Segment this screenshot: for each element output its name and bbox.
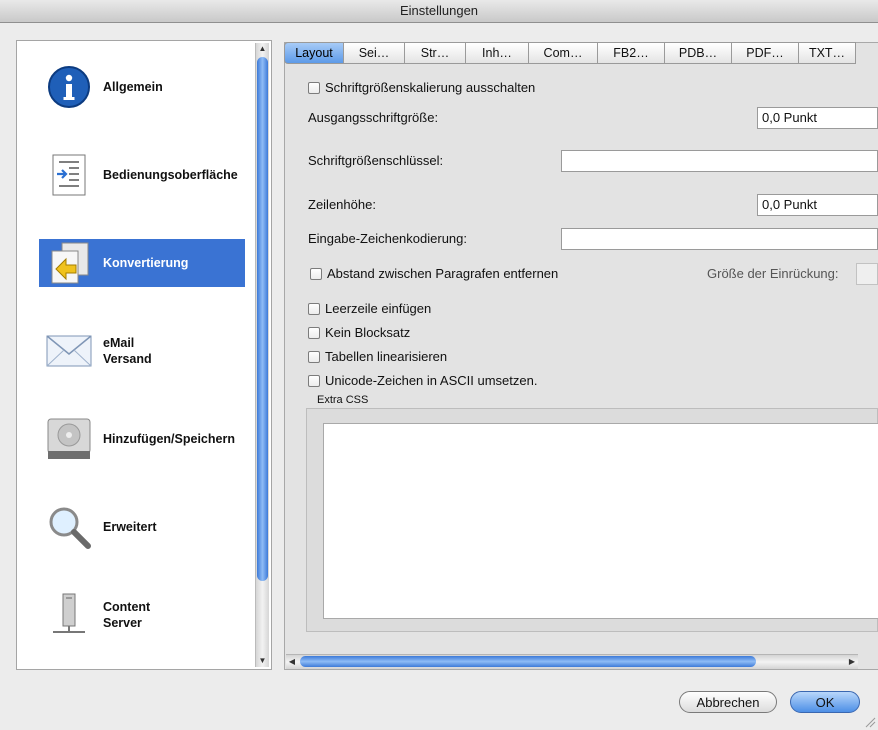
checkbox-label: Tabellen linearisieren	[325, 349, 448, 364]
sidebar-item-content-server[interactable]: Content Server	[39, 591, 245, 639]
document-arrow-icon	[45, 151, 93, 199]
extra-css-textarea[interactable]	[323, 423, 878, 619]
line-height-label: Zeilenhöhe:	[308, 197, 376, 212]
scroll-up-arrow-icon[interactable]: ▲	[256, 43, 269, 55]
disable-font-rescaling-checkbox[interactable]: Schriftgrößenskalierung ausschalten	[308, 80, 535, 95]
insert-blank-line-checkbox[interactable]: Leerzeile einfügen	[308, 301, 431, 316]
sidebar-item-bedienungsoberflaeche[interactable]: Bedienungsoberfläche	[39, 151, 245, 199]
checkbox-label: Leerzeile einfügen	[325, 301, 432, 316]
tab-pdb[interactable]: PDB…	[665, 42, 732, 64]
panel-horizontal-scrollbar[interactable]: ◀ ▶	[286, 654, 858, 669]
scroll-right-arrow-icon[interactable]: ▶	[846, 655, 858, 669]
sidebar-item-allgemein[interactable]: Allgemein	[39, 63, 245, 111]
info-icon	[45, 63, 93, 111]
sidebar-item-label: Erweitert	[103, 520, 157, 534]
tab-pdf[interactable]: PDF…	[732, 42, 799, 64]
ok-button[interactable]: OK	[790, 691, 860, 713]
resize-grip-icon[interactable]	[864, 716, 876, 728]
tab-seite[interactable]: Sei…	[344, 42, 405, 64]
sidebar-item-label: eMail Versand	[103, 336, 152, 366]
sidebar-scrollbar[interactable]: ▲ ▼	[255, 43, 269, 667]
base-font-size-label: Ausgangsschriftgröße:	[308, 110, 439, 125]
cancel-button[interactable]: Abbrechen	[679, 691, 777, 713]
tab-comic[interactable]: Com…	[529, 42, 598, 64]
tab-fb2[interactable]: FB2…	[598, 42, 665, 64]
hard-drive-icon	[45, 415, 93, 463]
preferences-sidebar: Allgemein Bedienungsoberfläche Konvertie…	[16, 40, 272, 670]
sidebar-item-label: Allgemein	[103, 80, 163, 94]
line-height-spinbox[interactable]: 0,0 Punkt	[757, 194, 878, 216]
extra-css-label: Extra CSS	[317, 394, 369, 406]
sidebar-item-label: Konvertierung	[103, 256, 189, 270]
sidebar-scroll-thumb[interactable]	[257, 57, 268, 581]
horizontal-scroll-thumb[interactable]	[300, 656, 756, 667]
convert-icon	[45, 239, 93, 287]
checkbox-box[interactable]	[308, 374, 320, 387]
tab-bar: Layout Sei… Str… Inh… Com… FB2… PDB… PDF…	[284, 42, 878, 64]
sidebar-item-konvertierung[interactable]: Konvertierung	[39, 239, 245, 287]
sidebar-item-label: Hinzufügen/Speichern	[103, 432, 235, 446]
sidebar-item-label: Bedienungsoberfläche	[103, 168, 238, 182]
window-title: Einstellungen	[0, 0, 878, 23]
scroll-down-arrow-icon[interactable]: ▼	[256, 655, 269, 667]
indent-size-spinbox[interactable]	[856, 263, 878, 285]
font-size-key-label: Schriftgrößenschlüssel:	[308, 153, 444, 168]
tab-struktur[interactable]: Str…	[405, 42, 466, 64]
unicode-to-ascii-checkbox[interactable]: Unicode-Zeichen in ASCII umsetzen.	[308, 373, 537, 388]
checkbox-box[interactable]	[308, 81, 320, 94]
sidebar-item-hinzufuegen-speichern[interactable]: Hinzufügen/Speichern	[39, 415, 245, 463]
input-encoding-label: Eingabe-Zeichenkodierung:	[308, 231, 467, 246]
linearize-tables-checkbox[interactable]: Tabellen linearisieren	[308, 349, 447, 364]
tab-txt[interactable]: TXT…	[799, 42, 856, 64]
font-size-key-input[interactable]	[561, 150, 878, 172]
magnifier-icon	[45, 503, 93, 551]
base-font-size-spinbox[interactable]: 0,0 Punkt	[757, 107, 878, 129]
checkbox-label: Schriftgrößenskalierung ausschalten	[325, 80, 536, 95]
checkbox-box[interactable]	[308, 350, 320, 363]
tab-layout[interactable]: Layout	[284, 42, 344, 64]
extra-css-group	[306, 408, 878, 632]
input-encoding-input[interactable]	[561, 228, 878, 250]
envelope-icon	[45, 327, 93, 375]
checkbox-box[interactable]	[310, 267, 322, 280]
sidebar-item-erweitert[interactable]: Erweitert	[39, 503, 245, 551]
no-justification-checkbox[interactable]: Kein Blocksatz	[308, 325, 410, 340]
checkbox-box[interactable]	[308, 302, 320, 315]
server-icon	[45, 591, 93, 639]
checkbox-label: Kein Blocksatz	[325, 325, 411, 340]
checkbox-label: Unicode-Zeichen in ASCII umsetzen.	[325, 373, 538, 388]
sidebar-item-email-versand[interactable]: eMail Versand	[39, 327, 245, 375]
indent-size-label: Größe der Einrückung:	[707, 266, 839, 281]
remove-paragraph-spacing-checkbox[interactable]: Abstand zwischen Paragrafen entfernen	[310, 266, 558, 281]
scroll-left-arrow-icon[interactable]: ◀	[286, 655, 298, 669]
tab-inhalt[interactable]: Inh…	[466, 42, 529, 64]
sidebar-item-label: Content Server	[103, 600, 151, 630]
checkbox-label: Abstand zwischen Paragrafen entfernen	[327, 266, 559, 281]
checkbox-box[interactable]	[308, 326, 320, 339]
